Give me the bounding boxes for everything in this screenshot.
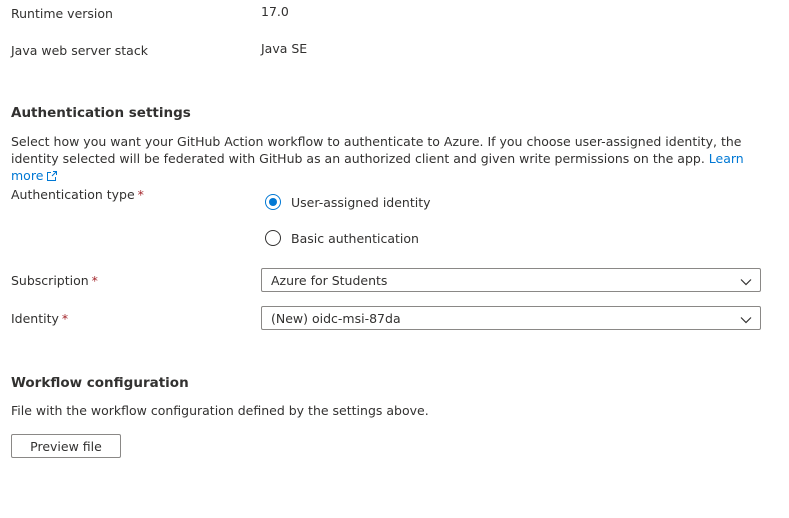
auth-type-label-text: Authentication type <box>11 187 135 202</box>
external-link-icon <box>47 168 58 185</box>
subscription-label-text: Subscription <box>11 273 89 288</box>
preview-file-button[interactable]: Preview file <box>11 434 121 458</box>
server-stack-value: Java SE <box>261 41 308 56</box>
workflow-config-title: Workflow configuration <box>11 375 189 391</box>
required-asterisk: * <box>61 311 69 326</box>
auth-settings-description: Select how you want your GitHub Action w… <box>11 133 771 185</box>
server-stack-label: Java web server stack <box>11 43 148 58</box>
auth-type-label: Authentication type * <box>11 187 144 202</box>
chevron-down-icon <box>740 271 752 290</box>
radio-basic-authentication[interactable]: Basic authentication <box>265 230 419 246</box>
subscription-selected-value: Azure for Students <box>271 272 388 288</box>
identity-dropdown[interactable]: (New) oidc-msi-87da <box>261 306 761 330</box>
deployment-settings-page: Runtime version 17.0 Java web server sta… <box>0 0 789 518</box>
runtime-version-value: 17.0 <box>261 4 289 19</box>
identity-label-text: Identity <box>11 311 59 326</box>
required-asterisk: * <box>91 273 98 288</box>
subscription-dropdown[interactable]: Azure for Students <box>261 268 761 292</box>
radio-user-assigned-identity[interactable]: User-assigned identity <box>265 194 431 210</box>
chevron-down-icon <box>740 309 752 328</box>
auth-description-text: Select how you want your GitHub Action w… <box>11 134 742 166</box>
radio-basic-auth-label: Basic authentication <box>291 230 419 246</box>
auth-settings-title: Authentication settings <box>11 105 191 121</box>
radio-button-checked[interactable] <box>265 194 281 210</box>
subscription-label: Subscription * <box>11 273 98 288</box>
identity-selected-value: (New) oidc-msi-87da <box>271 310 401 326</box>
workflow-config-description: File with the workflow configuration def… <box>11 403 429 418</box>
identity-label: Identity * <box>11 311 68 326</box>
runtime-version-label: Runtime version <box>11 6 113 21</box>
radio-button-unchecked[interactable] <box>265 230 281 246</box>
required-asterisk: * <box>137 187 144 202</box>
radio-user-assigned-label: User-assigned identity <box>291 194 431 210</box>
